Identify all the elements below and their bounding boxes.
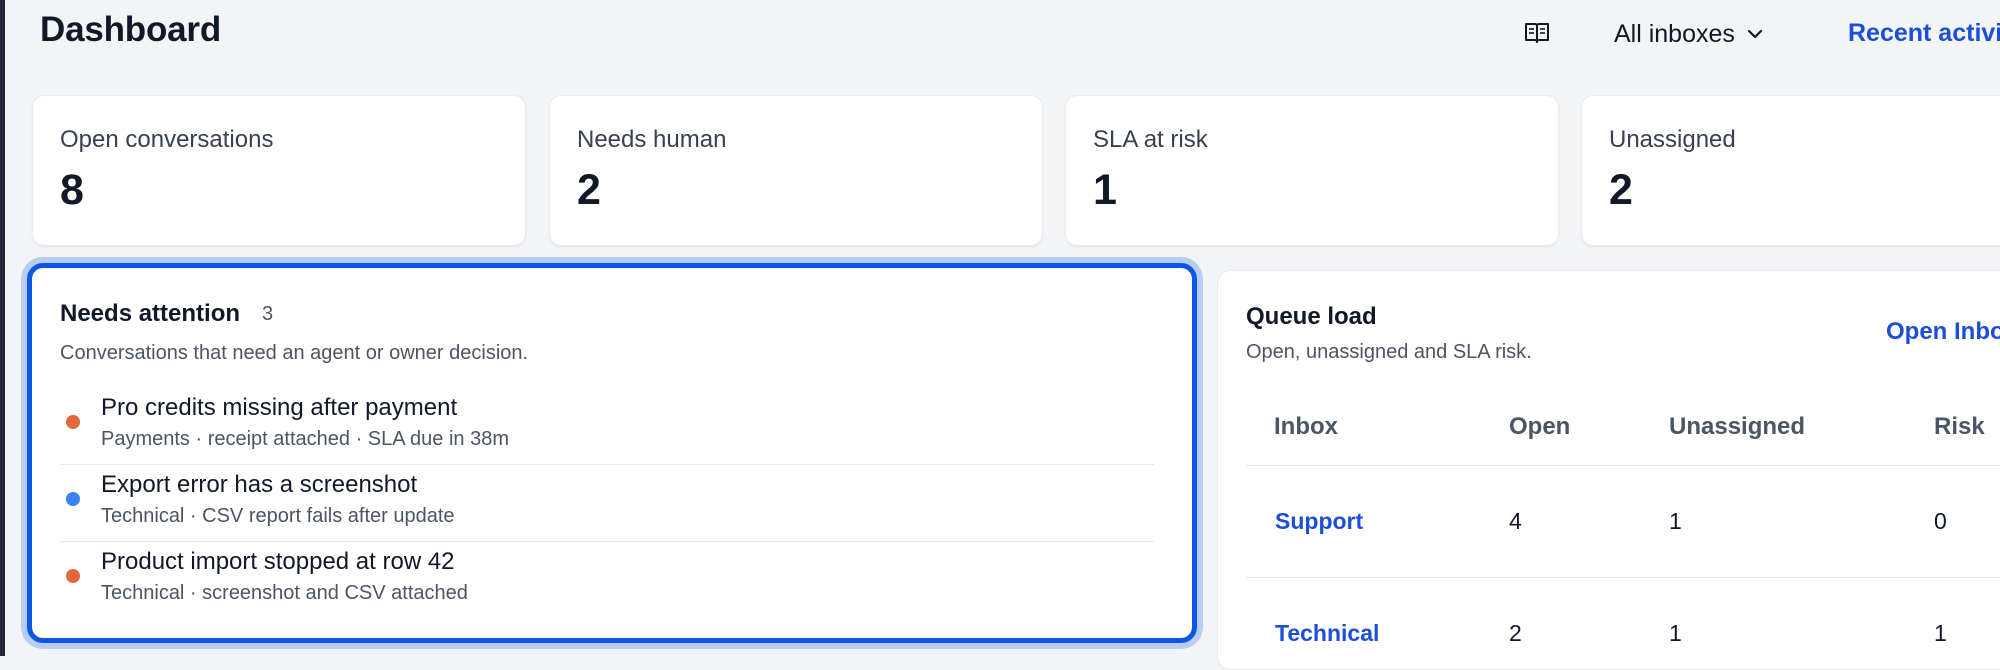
inbox-link-support[interactable]: Support: [1275, 508, 1363, 535]
attention-list: Pro credits missing after payment Paymen…: [60, 388, 1154, 618]
open-count: 2: [1509, 620, 1522, 646]
chevron-down-icon: [1747, 29, 1763, 39]
attention-item[interactable]: Export error has a screenshot Technical …: [60, 465, 1154, 542]
inbox-link-technical[interactable]: Technical: [1275, 620, 1379, 647]
recent-activity-link[interactable]: Recent activity: [1848, 19, 2000, 48]
needs-attention-count: 3: [262, 303, 274, 325]
stat-value: 2: [577, 166, 601, 214]
attention-item-meta: Payments · receipt attached · SLA due in…: [101, 428, 509, 450]
attention-item-title: Product import stopped at row 42: [101, 548, 455, 575]
book-icon: [1525, 23, 1549, 43]
stat-value: 2: [1609, 166, 1633, 214]
stat-label: Open conversations: [60, 126, 274, 153]
stat-value: 8: [60, 166, 84, 214]
unassigned-count: 1: [1669, 508, 1682, 534]
needs-attention-panel: Needs attention 3 Conversations that nee…: [27, 263, 1197, 643]
needs-attention-title: Needs attention: [60, 300, 241, 327]
stat-card-needs-human: Needs human 2: [549, 95, 1043, 246]
priority-dot-icon: [66, 492, 80, 506]
column-header-risk: Risk: [1934, 413, 1985, 440]
attention-item[interactable]: Pro credits missing after payment Paymen…: [60, 388, 1154, 465]
table-divider: [1246, 465, 2000, 466]
stat-card-sla-at-risk: SLA at risk 1: [1065, 95, 1559, 246]
page-title: Dashboard: [40, 10, 222, 49]
attention-item[interactable]: Product import stopped at row 42 Technic…: [60, 542, 1154, 618]
stat-label: SLA at risk: [1093, 126, 1208, 153]
needs-attention-subtitle: Conversations that need an agent or owne…: [60, 342, 529, 364]
stat-label: Unassigned: [1609, 126, 1736, 153]
docs-button[interactable]: [1520, 16, 1554, 50]
table-divider: [1246, 577, 2000, 578]
attention-item-meta: Technical · screenshot and CSV attached: [101, 582, 468, 604]
priority-dot-icon: [66, 415, 80, 429]
queue-load-panel: Queue load Open, unassigned and SLA risk…: [1217, 270, 2000, 670]
queue-load-subtitle: Open, unassigned and SLA risk.: [1246, 341, 1532, 363]
stat-card-unassigned: Unassigned 2: [1581, 95, 2000, 246]
attention-item-title: Export error has a screenshot: [101, 471, 418, 498]
open-count: 4: [1509, 508, 1522, 534]
column-header-unassigned: Unassigned: [1669, 413, 1806, 440]
column-header-inbox: Inbox: [1274, 413, 1338, 440]
attention-item-meta: Technical · CSV report fails after updat…: [101, 505, 455, 527]
left-window-edge: [0, 0, 5, 656]
stat-card-open-conversations: Open conversations 8: [32, 95, 526, 246]
attention-item-title: Pro credits missing after payment: [101, 394, 458, 421]
stat-label: Needs human: [577, 126, 727, 153]
stat-value: 1: [1093, 166, 1117, 214]
queue-load-title: Queue load: [1246, 303, 1377, 330]
column-header-open: Open: [1509, 413, 1571, 440]
inbox-filter-label: All inboxes: [1614, 19, 1735, 48]
open-inbox-link[interactable]: Open Inbox: [1886, 318, 2000, 346]
priority-dot-icon: [66, 569, 80, 583]
inbox-filter-dropdown[interactable]: All inboxes: [1614, 18, 1763, 50]
unassigned-count: 1: [1669, 620, 1682, 646]
risk-count: 0: [1934, 508, 1947, 534]
risk-count: 1: [1934, 620, 1947, 646]
